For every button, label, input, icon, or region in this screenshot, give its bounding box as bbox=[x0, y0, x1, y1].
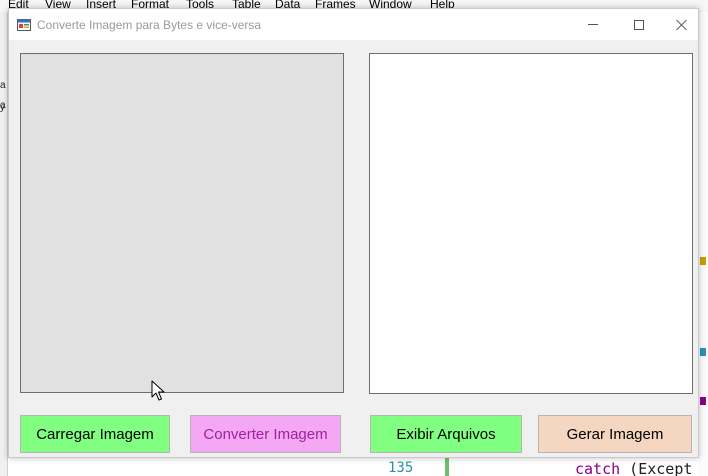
minimize-icon bbox=[588, 24, 598, 25]
app-form-icon bbox=[17, 19, 31, 31]
show-files-button[interactable]: Exibir Arquivos bbox=[370, 415, 522, 453]
generate-image-button[interactable]: Gerar Imagem bbox=[538, 415, 692, 453]
bg-code-line: catch (Except bbox=[575, 460, 692, 476]
bg-left-mark: y bbox=[0, 102, 5, 113]
bg-right-marker bbox=[700, 397, 706, 405]
maximize-icon bbox=[634, 19, 644, 30]
bg-change-indicator bbox=[445, 458, 449, 476]
mouse-pointer-icon bbox=[151, 380, 165, 401]
maximize-button[interactable] bbox=[616, 9, 662, 40]
bg-right-marker bbox=[700, 348, 706, 356]
bg-code-rest: (Except bbox=[620, 460, 693, 476]
bg-left-mark: a bbox=[0, 80, 6, 91]
converter-window: Converte Imagem para Bytes e vice-versa … bbox=[8, 8, 699, 458]
close-button[interactable] bbox=[659, 9, 705, 40]
result-image-picturebox bbox=[369, 53, 693, 394]
title-bar[interactable]: Converte Imagem para Bytes e vice-versa bbox=[9, 9, 698, 40]
minimize-button[interactable] bbox=[570, 9, 616, 40]
convert-image-button[interactable]: Converter Imagem bbox=[190, 415, 341, 453]
bg-line-number: 135 bbox=[388, 460, 414, 476]
background-left-panel: a a y bbox=[0, 12, 8, 476]
window-title: Converte Imagem para Bytes e vice-versa bbox=[37, 18, 262, 32]
load-image-button[interactable]: Carregar Imagem bbox=[20, 415, 170, 453]
background-code-editor: 135 catch (Except bbox=[8, 456, 698, 476]
source-image-picturebox bbox=[20, 53, 344, 393]
bg-code-keyword: catch bbox=[575, 460, 621, 476]
bg-right-marker bbox=[700, 257, 706, 265]
close-icon bbox=[676, 19, 688, 31]
